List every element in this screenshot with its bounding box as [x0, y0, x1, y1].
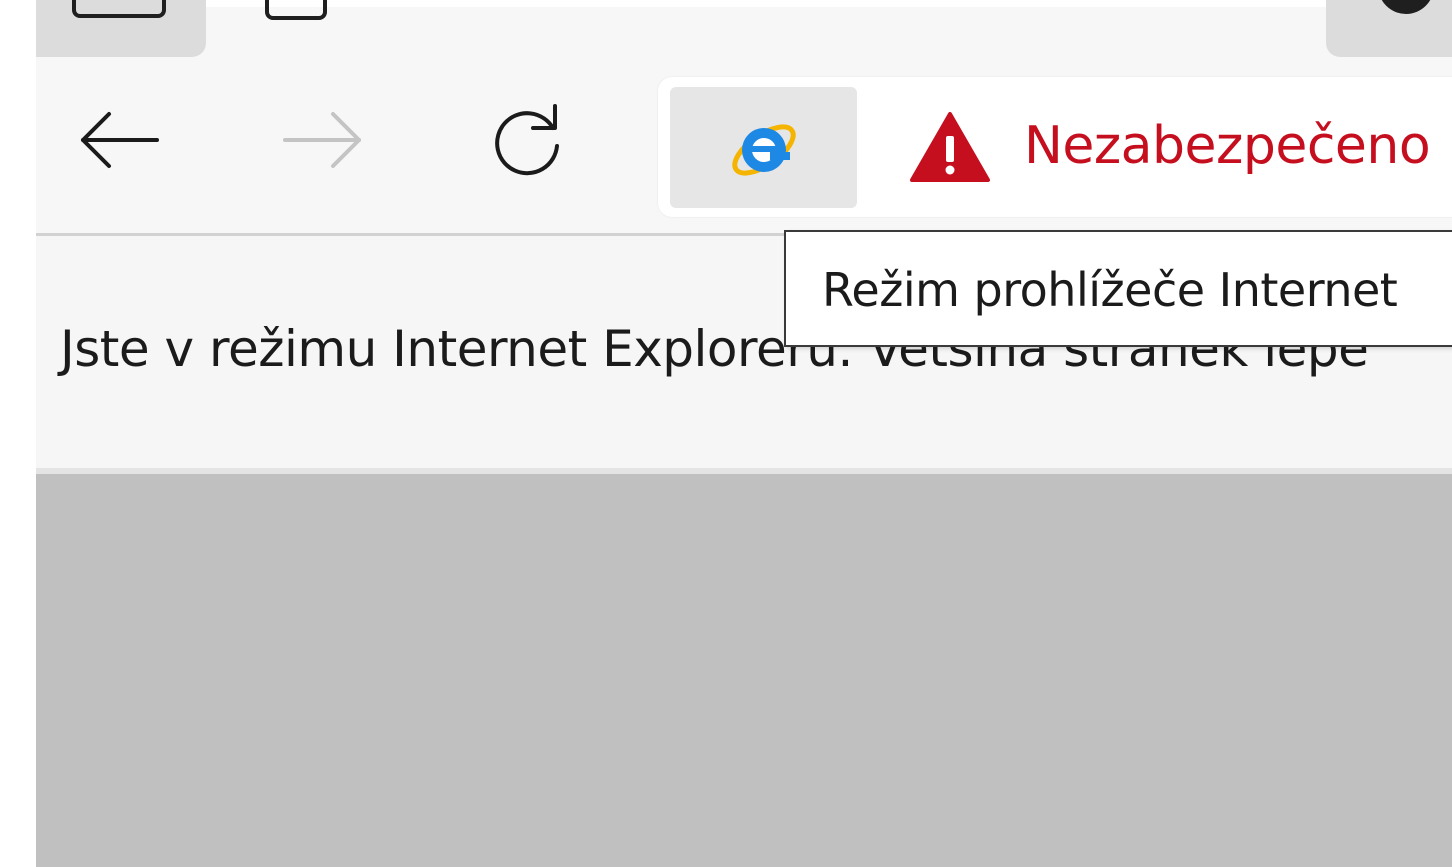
security-status-text[interactable]: Nezabezpečeno [1024, 108, 1431, 184]
tab-strip [36, 0, 1452, 7]
tab-actions-icon [72, 0, 166, 18]
page-content [36, 474, 1452, 867]
tab-partial-left[interactable] [36, 0, 206, 57]
forward-button[interactable] [278, 95, 368, 185]
workspaces-icon[interactable] [265, 0, 327, 20]
tab-partial-right[interactable] [1326, 0, 1452, 57]
arrow-right-icon [283, 112, 361, 168]
internet-explorer-icon [731, 123, 796, 176]
back-button[interactable] [74, 95, 164, 185]
tooltip-text: Režim prohlížeče Internet [822, 263, 1398, 317]
arrow-left-icon [81, 112, 159, 168]
warning-triangle-icon[interactable] [908, 110, 992, 184]
profile-icon [1378, 0, 1434, 14]
refresh-button[interactable] [482, 95, 572, 185]
window-edge [0, 0, 36, 867]
ie-mode-tooltip: Režim prohlížeče Internet [784, 230, 1452, 347]
ie-mode-button[interactable] [670, 87, 857, 208]
refresh-icon [495, 104, 559, 176]
